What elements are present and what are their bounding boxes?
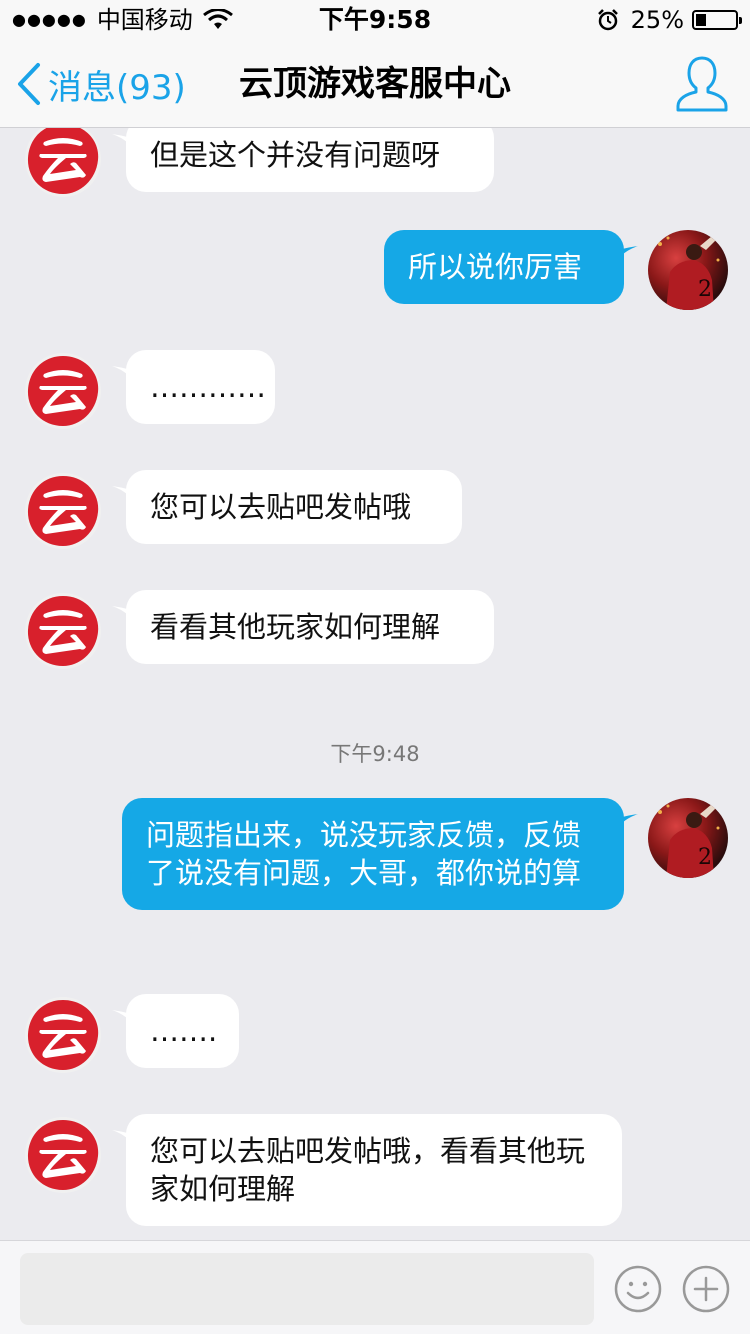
outgoing-message-bubble[interactable]: 问题指出来，说没玩家反馈，反馈了说没有问题，大哥，都你说的算 xyxy=(122,798,624,910)
svg-text:2: 2 xyxy=(698,277,712,302)
page-title: 云顶游戏客服中心 xyxy=(239,64,511,104)
service-avatar[interactable] xyxy=(24,352,102,430)
plus-circle-icon[interactable] xyxy=(682,1265,730,1313)
smiley-icon[interactable] xyxy=(614,1265,662,1313)
incoming-message-bubble[interactable]: ……. xyxy=(126,994,239,1068)
input-bar xyxy=(0,1240,750,1334)
incoming-message-bubble[interactable]: 您可以去贴吧发帖哦，看看其他玩家如何理解 xyxy=(126,1114,622,1226)
incoming-message-bubble[interactable]: ………… xyxy=(126,350,275,424)
status-bar: ●●●●● 中国移动 下午9:58 25% xyxy=(0,0,750,40)
incoming-message-bubble[interactable]: 您可以去贴吧发帖哦 xyxy=(126,470,462,544)
battery-icon xyxy=(692,10,742,30)
user-avatar[interactable]: 2 xyxy=(648,798,728,878)
message-input[interactable] xyxy=(20,1253,594,1325)
battery-level xyxy=(696,14,706,26)
status-right: 25% xyxy=(597,0,742,40)
service-avatar[interactable] xyxy=(24,592,102,670)
outgoing-message-bubble[interactable]: 所以说你厉害 xyxy=(384,230,624,304)
nav-bar: 消息(93) 云顶游戏客服中心 xyxy=(0,40,750,128)
service-avatar[interactable] xyxy=(24,1116,102,1194)
service-avatar[interactable] xyxy=(24,472,102,550)
user-avatar[interactable]: 2 xyxy=(648,230,728,310)
alarm-icon xyxy=(597,9,618,31)
chat-area[interactable]: 但是这个并没有问题呀所以说你厉害 2 ………… 您可以去贴吧发帖哦 看看其他玩家如何理解… xyxy=(0,128,750,1240)
svg-text:2: 2 xyxy=(698,845,712,870)
service-avatar[interactable] xyxy=(24,128,102,198)
timestamp-label: 下午9:48 xyxy=(330,742,420,766)
battery-percent: 25% xyxy=(630,6,684,34)
incoming-message-bubble[interactable]: 看看其他玩家如何理解 xyxy=(126,590,494,664)
service-avatar[interactable] xyxy=(24,996,102,1074)
person-icon[interactable] xyxy=(674,54,730,114)
incoming-message-bubble[interactable]: 但是这个并没有问题呀 xyxy=(126,128,494,192)
player-photo-icon: 2 xyxy=(658,804,720,878)
player-photo-icon: 2 xyxy=(658,236,720,310)
